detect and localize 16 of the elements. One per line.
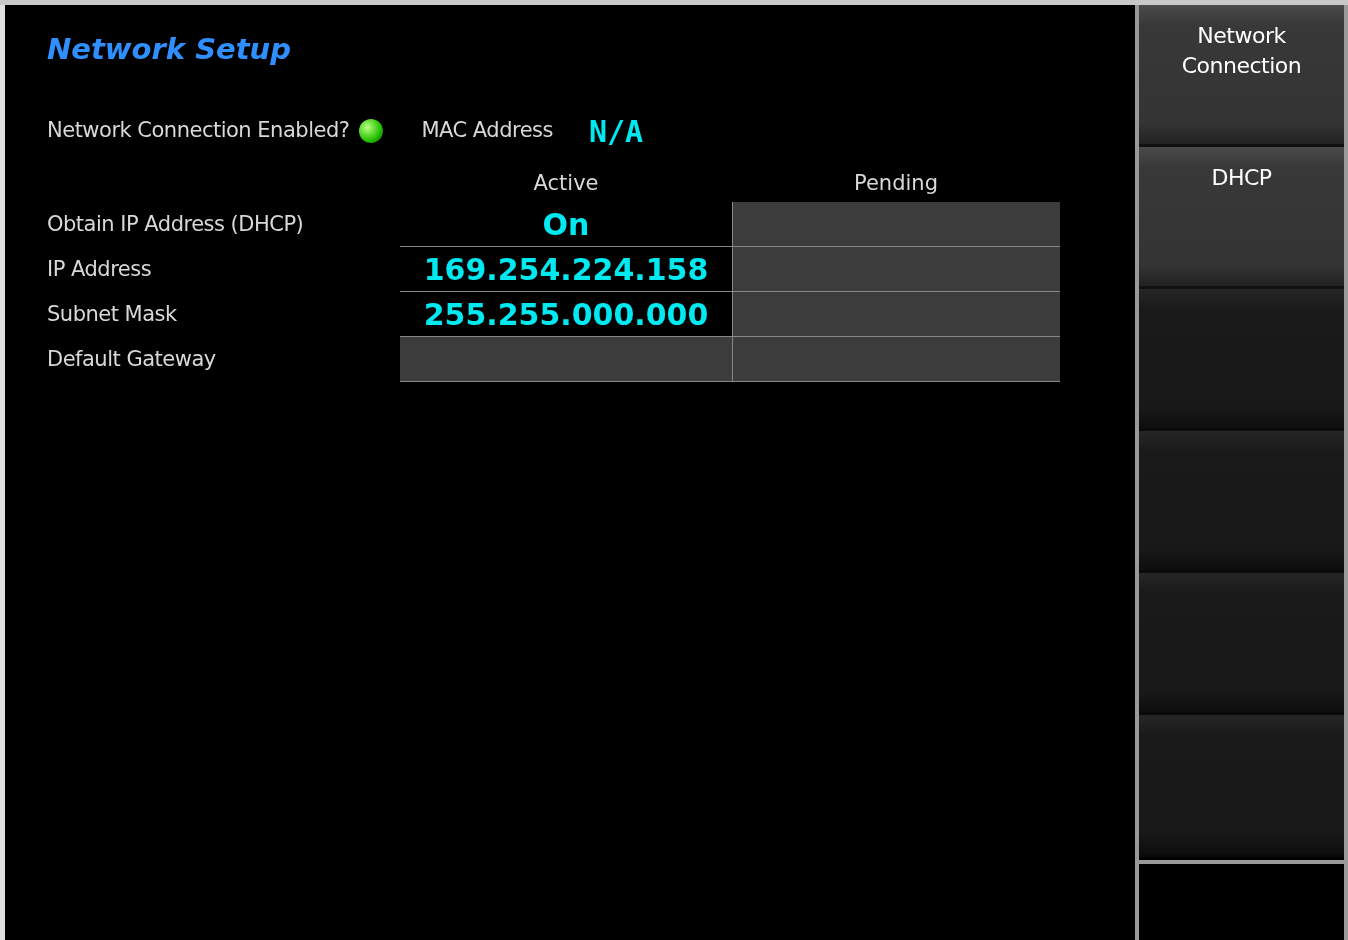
row-label: Subnet Mask xyxy=(47,300,178,328)
blank-softkey[interactable] xyxy=(1139,289,1344,431)
mac-address-label: MAC Address xyxy=(421,117,553,145)
softkey[interactable]: Network Connection xyxy=(1139,5,1344,147)
column-header: Pending xyxy=(853,170,939,198)
mac-address-value: N/A xyxy=(588,112,644,151)
blank-softkey[interactable] xyxy=(1139,431,1344,573)
network-enabled-label: Network Connection Enabled? xyxy=(47,117,350,145)
softkey[interactable]: DHCP xyxy=(1139,147,1344,289)
row-label: IP Address xyxy=(47,255,153,283)
column-header: Active xyxy=(532,170,600,198)
row-label: Obtain IP Address (DHCP) xyxy=(47,210,305,238)
row-label: Default Gateway xyxy=(47,345,217,373)
blank-softkey[interactable] xyxy=(1139,573,1344,715)
blank-softkey[interactable] xyxy=(1139,715,1344,857)
page-title: Network Setup xyxy=(47,35,292,64)
